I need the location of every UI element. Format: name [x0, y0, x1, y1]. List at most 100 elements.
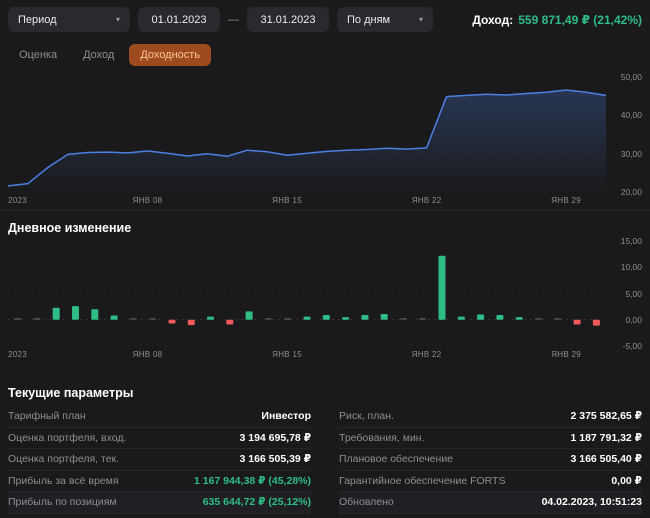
- daily-change-bar: [457, 316, 465, 320]
- parameter-row: Оценка портфеля, тек. 3 166 505,39 ₽: [8, 449, 311, 471]
- parameter-value: 1 167 944,38 ₽ (45,28%): [193, 474, 311, 487]
- daily-change-bar: [342, 317, 350, 320]
- parameter-label: Плановое обеспечение: [339, 453, 454, 466]
- parameter-label: Гарантийное обеспечение FORTS: [339, 474, 506, 487]
- period-select[interactable]: Период ▾: [8, 7, 130, 32]
- x-axis-label: 2023: [8, 196, 27, 205]
- y-axis-label: 50,00: [620, 72, 642, 82]
- line-chart-canvas: [8, 77, 606, 192]
- parameter-value: 635 644,72 ₽ (25,12%): [202, 496, 311, 509]
- y-axis-label: 40,00: [620, 110, 642, 121]
- returns-line-chart: 50,00 40,00 30,00 20,00: [8, 72, 642, 197]
- parameter-label: Оценка портфеля, вход.: [8, 431, 127, 444]
- chevron-down-icon: ▾: [418, 15, 423, 24]
- daily-change-bar: [515, 317, 523, 320]
- x-axis-label: ЯНВ 08: [132, 350, 163, 359]
- parameter-row: Плановое обеспечение 3 166 505,40 ₽: [339, 449, 642, 471]
- income-label: Доход:: [472, 12, 514, 27]
- daily-change-bar: [245, 311, 253, 320]
- daily-change-bar: [400, 318, 407, 320]
- daily-change-bar: [187, 319, 195, 326]
- parameter-value: Инвестор: [261, 410, 311, 423]
- daily-change-bar: [496, 315, 504, 320]
- daily-change-bar: [535, 318, 542, 320]
- parameters-table: Тарифный план Инвестор Оценка портфеля, вх…: [8, 406, 642, 514]
- daily-change-bar: [361, 315, 369, 320]
- parameter-value: 0,00 ₽: [611, 474, 642, 487]
- bar-chart-x-axis: 2023 ЯНВ 08 ЯНВ 15 ЯНВ 22 ЯНВ 29: [8, 346, 642, 362]
- parameter-label: Прибыль за всё время: [8, 474, 119, 487]
- daily-change-bar-chart: 15,00 10,00 5,00 0,00 -5,00: [8, 236, 642, 351]
- parameter-label: Обновлено: [339, 496, 394, 509]
- x-axis-label: ЯНВ 22: [411, 196, 442, 205]
- daily-change-bar: [14, 318, 22, 320]
- daily-change-bar: [592, 319, 600, 326]
- daily-change-title: Дневное изменение: [8, 221, 132, 235]
- y-axis-label: 0,00: [625, 314, 642, 325]
- parameter-value: 3 166 505,40 ₽: [570, 453, 642, 466]
- income-value: 559 871,49 ₽ (21,42%): [518, 12, 642, 27]
- section-divider: [0, 210, 650, 211]
- x-axis-label: ЯНВ 29: [551, 196, 582, 205]
- daily-change-bar: [168, 319, 176, 324]
- toolbar: Период ▾ 01.01.2023 — 31.01.2023 По дням…: [0, 0, 650, 39]
- tab-dokhod[interactable]: Доход: [72, 44, 125, 66]
- parameter-value: 1 187 791,32 ₽: [570, 431, 642, 444]
- parameter-label: Оценка портфеля, тек.: [8, 453, 120, 466]
- granularity-select[interactable]: По дням ▾: [337, 7, 433, 32]
- parameter-value: 04.02.2023, 10:51:23: [541, 496, 642, 509]
- y-axis-label: 30,00: [620, 148, 642, 159]
- daily-change-bar: [380, 314, 388, 320]
- parameter-label: Требования, мин.: [339, 431, 425, 444]
- granularity-select-value: По дням: [347, 13, 391, 26]
- y-axis-label: 5,00: [625, 288, 642, 299]
- daily-change-bar: [477, 314, 485, 320]
- parameter-row: Риск, план. 2 375 582,65 ₽: [339, 406, 642, 428]
- line-chart-y-axis: 50,00 40,00 30,00 20,00: [612, 72, 642, 197]
- parameter-label: Тарифный план: [8, 410, 86, 423]
- parameters-left-column: Тарифный план Инвестор Оценка портфеля, вх…: [8, 406, 311, 514]
- date-to-input[interactable]: 31.01.2023: [247, 7, 329, 32]
- tab-otsenka[interactable]: Оценка: [8, 44, 68, 66]
- parameter-value: 2 375 582,65 ₽: [570, 410, 642, 423]
- daily-change-bar: [72, 306, 79, 320]
- y-axis-label: 15,00: [620, 236, 642, 246]
- parameter-row: Прибыль за всё время 1 167 944,38 ₽ (45,2…: [8, 471, 311, 492]
- bar-chart-canvas: [8, 241, 606, 346]
- daily-change-bar: [322, 315, 330, 320]
- daily-change-bar: [129, 318, 137, 320]
- portfolio-analytics-screen: Период ▾ 01.01.2023 — 31.01.2023 По дням…: [0, 0, 650, 518]
- parameter-row: Обновлено 04.02.2023, 10:51:23: [339, 492, 642, 514]
- chevron-down-icon: ▾: [115, 15, 120, 24]
- line-chart-x-axis: 2023 ЯНВ 08 ЯНВ 15 ЯНВ 22 ЯНВ 29: [8, 192, 642, 208]
- date-range-separator: —: [228, 13, 239, 26]
- daily-change-bar: [573, 319, 581, 325]
- date-from-input[interactable]: 01.01.2023: [138, 7, 220, 32]
- parameter-row: Требования, мин. 1 187 791,32 ₽: [339, 428, 642, 449]
- daily-change-bar: [207, 316, 214, 320]
- daily-change-bar: [264, 318, 272, 320]
- parameter-row: Прибыль по позициям 635 644,72 ₽ (25,12%): [8, 492, 311, 514]
- x-axis-label: ЯНВ 15: [272, 350, 302, 359]
- parameters-title: Текущие параметры: [8, 386, 134, 400]
- x-axis-label: 2023: [8, 350, 27, 359]
- tab-dokhodnost[interactable]: Доходность: [129, 44, 212, 66]
- parameter-row: Тарифный план Инвестор: [8, 406, 311, 428]
- period-select-value: Период: [18, 13, 57, 26]
- daily-change-bar: [91, 309, 99, 320]
- x-axis-label: ЯНВ 15: [272, 196, 302, 205]
- parameters-right-column: Риск, план. 2 375 582,65 ₽ Требования, мин…: [339, 406, 642, 514]
- parameter-label: Прибыль по позициям: [8, 496, 117, 509]
- tabs: Оценка Доход Доходность: [0, 39, 650, 71]
- daily-change-bar: [52, 307, 60, 320]
- x-axis-label: ЯНВ 22: [411, 350, 442, 359]
- daily-change-bar: [554, 318, 562, 320]
- daily-change-bar: [284, 318, 292, 320]
- parameter-value: 3 194 695,78 ₽: [239, 431, 311, 444]
- parameter-row: Оценка портфеля, вход. 3 194 695,78 ₽: [8, 428, 311, 449]
- parameter-value: 3 166 505,39 ₽: [239, 453, 311, 466]
- daily-change-bar: [438, 255, 446, 320]
- income-summary: Доход: 559 871,49 ₽ (21,42%): [472, 13, 642, 27]
- daily-change-bar: [303, 316, 311, 320]
- daily-change-bar: [149, 318, 157, 320]
